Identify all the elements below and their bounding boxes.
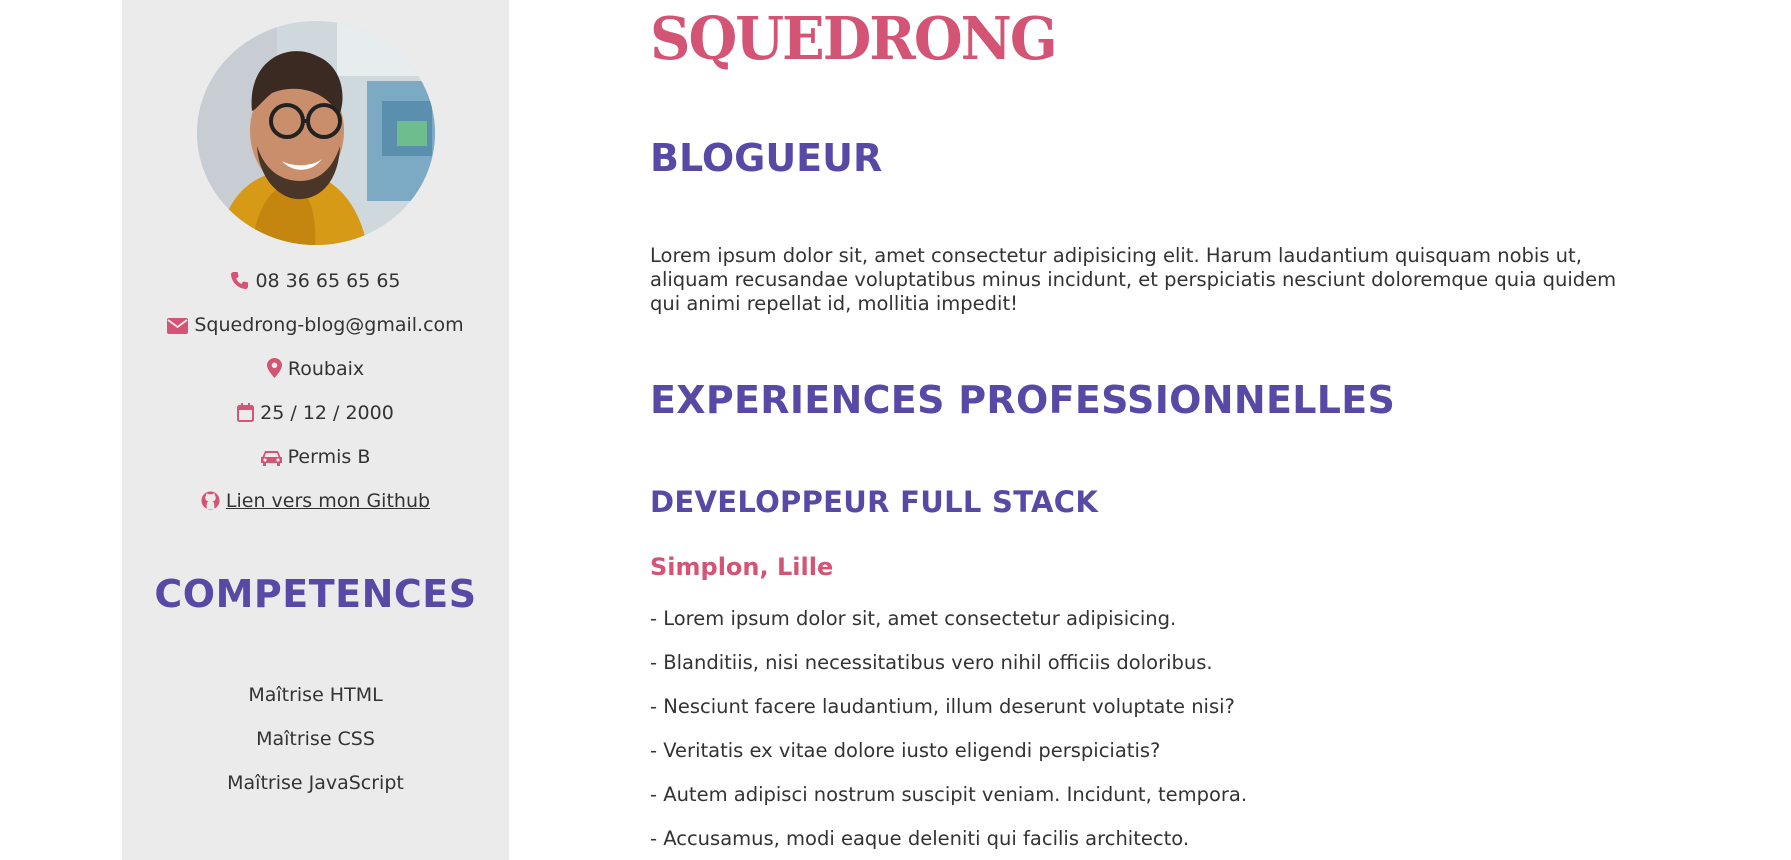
skill-item: Maîtrise HTML: [248, 684, 383, 706]
experience-title: DEVELOPPEUR FULL STACK: [650, 485, 1099, 519]
github-icon: [201, 491, 220, 516]
contact-phone-text: 08 36 65 65 65: [255, 270, 401, 292]
competences-title: COMPETENCES: [154, 572, 477, 616]
experience-bullet: - Lorem ipsum dolor sit, amet consectetu…: [650, 607, 1177, 630]
profile-photo: [197, 21, 435, 245]
contact-license: Permis B: [122, 445, 509, 472]
phone-icon: [230, 271, 249, 296]
site-brand: SQUEDRONG: [650, 4, 1058, 74]
experiences-title: EXPERIENCES PROFESSIONNELLES: [650, 378, 1396, 422]
contact-email: Squedrong-blog@gmail.com: [122, 313, 509, 340]
contact-birthdate-text: 25 / 12 / 2000: [260, 402, 394, 424]
contact-location: Roubaix: [122, 357, 509, 384]
avatar-illustration: [197, 21, 435, 245]
intro-paragraph: Lorem ipsum dolor sit, amet consectetur …: [650, 244, 1617, 315]
experience-bullet: - Blanditiis, nisi necessitatibus vero n…: [650, 651, 1213, 674]
sidebar: 08 36 65 65 65 Squedrong-blog@gmail.com …: [122, 0, 509, 860]
car-icon: [260, 448, 282, 472]
experience-bullet: - Accusamus, modi eaque deleniti qui fac…: [650, 827, 1190, 850]
envelope-icon: [167, 316, 189, 340]
experience-bullet: - Veritatis ex vitae dolore iusto eligen…: [650, 739, 1161, 762]
map-marker-icon: [266, 358, 282, 384]
skill-item: Maîtrise CSS: [256, 728, 375, 750]
job-title: BLOGUEUR: [650, 136, 883, 180]
contact-location-text: Roubaix: [287, 358, 365, 380]
experience-bullet: - Nesciunt facere laudantium, illum dese…: [650, 695, 1235, 718]
contact-github: Lien vers mon Github: [122, 489, 509, 516]
calendar-icon: [237, 403, 255, 428]
experience-company: Simplon, Lille: [650, 553, 834, 581]
experience-bullet: - Autem adipisci nostrum suscipit veniam…: [650, 783, 1248, 806]
contact-email-text: Squedrong-blog@gmail.com: [194, 314, 464, 336]
skill-item: Maîtrise JavaScript: [227, 772, 404, 794]
github-link[interactable]: Lien vers mon Github: [226, 490, 430, 512]
contact-license-text: Permis B: [287, 446, 371, 468]
contact-phone: 08 36 65 65 65: [122, 269, 509, 296]
contact-birthdate: 25 / 12 / 2000: [122, 401, 509, 428]
